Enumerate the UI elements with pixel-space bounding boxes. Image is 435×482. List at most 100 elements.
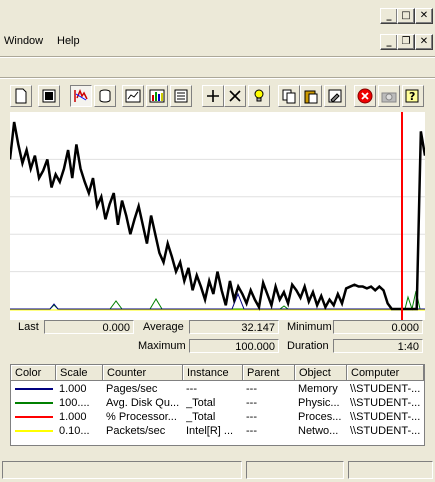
view-histogram-button[interactable] [146, 85, 168, 107]
copy-icon [282, 89, 296, 104]
header-computer[interactable]: Computer [347, 365, 424, 381]
counter: % Processor... [106, 411, 177, 423]
computer: \\STUDENT-... [350, 383, 421, 395]
performance-graph [10, 112, 425, 320]
parent: --- [246, 425, 257, 437]
color-swatch [15, 388, 53, 390]
last-label: Last [18, 321, 39, 333]
paste-icon [304, 90, 318, 104]
header-counter[interactable]: Counter [103, 365, 183, 381]
header-parent[interactable]: Parent [243, 365, 295, 381]
disk-queue-series [10, 290, 425, 311]
view-report-button[interactable] [170, 85, 192, 107]
help-button[interactable]: ? [402, 85, 424, 107]
parent: --- [246, 411, 257, 423]
duration-value: 1:40 [333, 339, 423, 353]
child-restore-button[interactable]: ❐ [397, 34, 415, 50]
new-document-icon [15, 88, 27, 104]
status-pane-3 [348, 461, 433, 479]
duration-label: Duration [287, 340, 329, 352]
scale: 0.10... [59, 425, 90, 437]
parent: --- [246, 383, 257, 395]
counter-legend: Color Scale Counter Instance Parent Obje… [10, 364, 425, 446]
child-minimize-button[interactable]: _ [380, 34, 398, 50]
clear-display-button[interactable] [38, 85, 60, 107]
last-value: 0.000 [44, 320, 134, 334]
menu-separator [0, 56, 435, 58]
minimum-label: Minimum [287, 321, 332, 333]
legend-row-pages[interactable]: 1.000 Pages/sec --- --- Memory \\STUDENT… [11, 382, 424, 396]
maximum-label: Maximum [138, 340, 186, 352]
update-data-button[interactable] [378, 85, 400, 107]
stop-icon [357, 88, 373, 104]
object: Physic... [298, 397, 340, 409]
close-button[interactable]: ✕ [415, 8, 433, 24]
average-label: Average [143, 321, 184, 333]
counter: Packets/sec [106, 425, 166, 437]
graph-icon [125, 89, 141, 103]
clear-display-icon [42, 89, 56, 103]
color-swatch [15, 430, 53, 432]
legend-row-packets[interactable]: 0.10... Packets/sec Intel[R] ... --- Net… [11, 424, 424, 438]
instance: _Total [186, 397, 216, 409]
legend-row-processor[interactable]: 1.000 % Processor... _Total --- Proces..… [11, 410, 424, 424]
computer: \\STUDENT-... [350, 397, 421, 409]
menu-help[interactable]: Help [57, 35, 80, 47]
scale: 1.000 [59, 411, 87, 423]
object: Proces... [298, 411, 342, 423]
freeze-display-button[interactable] [354, 85, 376, 107]
instance: Intel[R] ... [186, 425, 234, 437]
pages-series [10, 292, 425, 310]
legend-row-disk[interactable]: 100.... Avg. Disk Qu... _Total --- Physi… [11, 396, 424, 410]
counter: Avg. Disk Qu... [106, 397, 180, 409]
delete-counter-button[interactable] [224, 85, 246, 107]
delete-x-icon [229, 90, 241, 102]
maximize-button[interactable]: □ [397, 8, 415, 24]
processor-series-highlight [10, 121, 425, 311]
plus-icon [207, 90, 219, 102]
report-icon [174, 89, 188, 103]
help-icon: ? [405, 89, 419, 103]
view-current-activity-button[interactable] [70, 85, 92, 107]
average-value: 32.147 [189, 320, 279, 334]
paste-counter-list-button[interactable] [300, 85, 322, 107]
add-counter-button[interactable] [202, 85, 224, 107]
color-swatch [15, 416, 53, 418]
current-activity-icon [74, 89, 88, 102]
svg-text:?: ? [409, 90, 415, 103]
properties-icon [328, 89, 342, 103]
scale: 100.... [59, 397, 90, 409]
object: Memory [298, 383, 338, 395]
database-icon [99, 89, 111, 103]
maximum-value: 100.000 [189, 339, 279, 353]
computer: \\STUDENT-... [350, 425, 421, 437]
status-pane-1 [2, 461, 242, 479]
highlight-button[interactable] [248, 85, 270, 107]
header-scale[interactable]: Scale [56, 365, 103, 381]
new-counter-set-button[interactable] [10, 85, 32, 107]
properties-button[interactable] [324, 85, 346, 107]
toolbar-separator [0, 77, 435, 79]
object: Netwo... [298, 425, 339, 437]
view-log-data-button[interactable] [94, 85, 116, 107]
menu-window[interactable]: Window [4, 35, 43, 47]
status-pane-2 [246, 461, 344, 479]
minimize-button[interactable]: _ [380, 8, 398, 24]
copy-properties-button[interactable] [278, 85, 300, 107]
header-color[interactable]: Color [11, 365, 56, 381]
parent: --- [246, 397, 257, 409]
color-swatch [15, 402, 53, 404]
lightbulb-icon [254, 89, 264, 102]
view-graph-button[interactable] [122, 85, 144, 107]
instance: _Total [186, 411, 216, 423]
header-object[interactable]: Object [295, 365, 347, 381]
scale: 1.000 [59, 383, 87, 395]
instance: --- [186, 383, 197, 395]
computer: \\STUDENT-... [350, 411, 421, 423]
header-instance[interactable]: Instance [183, 365, 243, 381]
histogram-icon [149, 89, 165, 103]
minimum-value: 0.000 [333, 320, 423, 334]
camera-icon [381, 92, 397, 103]
child-close-button[interactable]: ✕ [415, 34, 433, 50]
counter: Pages/sec [106, 383, 158, 395]
